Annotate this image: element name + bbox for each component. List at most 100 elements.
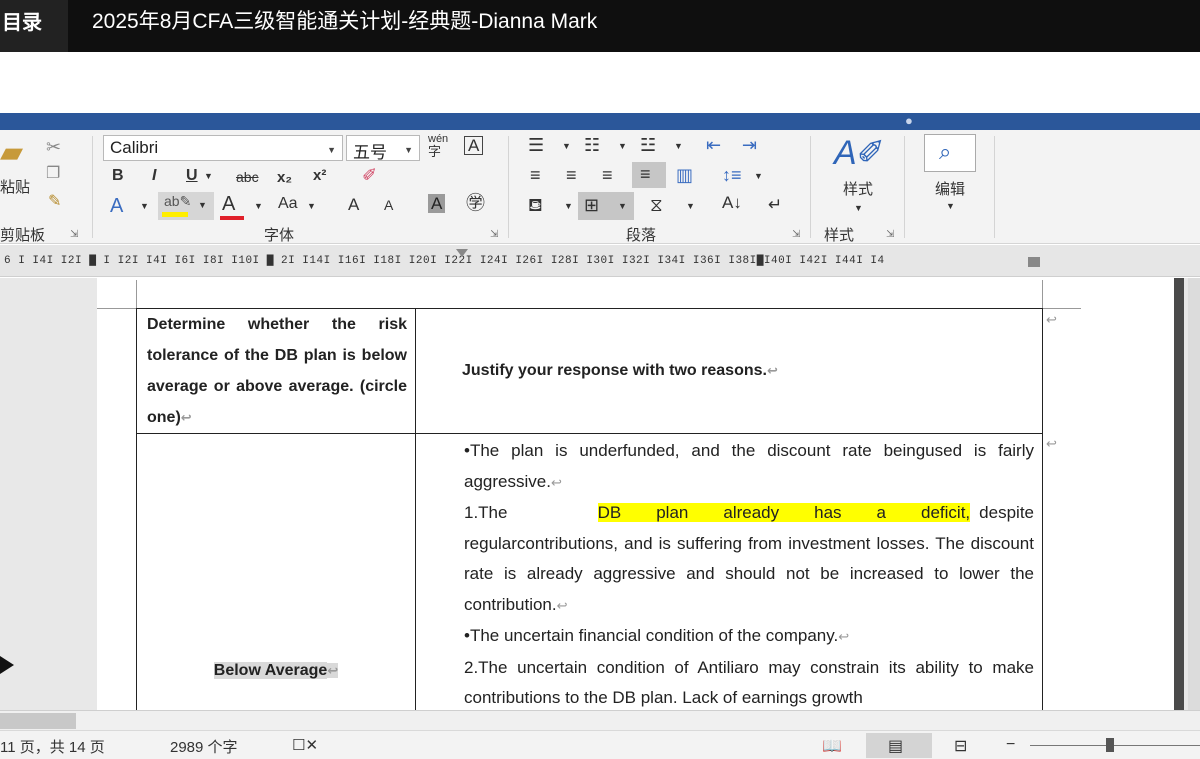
clipboard-launcher-icon[interactable]: ⇲ (70, 229, 78, 240)
reason-text: regularcontributions, and is suffering f… (464, 533, 1034, 614)
clear-formatting-icon[interactable]: ✐ (362, 166, 377, 184)
chevron-down-icon[interactable]: ▼ (204, 172, 213, 181)
row-end-mark: ↩ (1046, 312, 1057, 327)
video-title: 2025年8月CFA三级智能通关计划-经典题-Dianna Mark (92, 10, 598, 33)
zoom-slider-thumb[interactable] (1106, 738, 1114, 752)
find-icon[interactable]: ⌕ (924, 134, 976, 172)
group-divider (810, 136, 811, 238)
paste-label[interactable]: 粘贴 (0, 180, 30, 195)
horizontal-scrollbar[interactable] (0, 710, 1200, 730)
chevron-down-icon[interactable]: ▼ (562, 142, 571, 151)
chevron-down-icon: ▼ (327, 145, 336, 155)
chevron-down-icon[interactable]: ▼ (854, 204, 863, 213)
toc-button[interactable]: 目录 (0, 0, 68, 52)
font-size-combo[interactable]: 五号 ▼ (346, 135, 420, 162)
chevron-down-icon[interactable]: ▼ (686, 202, 695, 211)
reason-text: despite (979, 503, 1034, 522)
copy-icon[interactable]: ❐ (46, 166, 60, 182)
video-margin (0, 52, 1200, 118)
chevron-down-icon[interactable]: ▼ (307, 202, 316, 211)
justify-icon[interactable]: ≡ (632, 162, 666, 188)
table-header-right[interactable]: Justify your response with two reasons.↩ (415, 308, 1043, 434)
numbering-icon[interactable]: ☷ (584, 136, 600, 154)
zoom-out-icon[interactable]: − (1006, 736, 1015, 754)
font-name-value: Calibri (110, 138, 159, 157)
align-left-icon[interactable]: ≡ (530, 166, 541, 184)
superscript-button[interactable]: x² (313, 168, 326, 183)
highlight-color-button[interactable]: ab✎ ▼ (158, 192, 214, 220)
right-indent-marker[interactable] (1028, 257, 1040, 267)
borders-button[interactable]: ⊞ ▼ (578, 192, 634, 220)
group-divider (92, 136, 93, 238)
header-right-text: Justify your response with two reasons. (462, 362, 767, 379)
change-case-button[interactable]: Aa (278, 196, 298, 212)
paragraph-launcher-icon[interactable]: ⇲ (792, 229, 800, 240)
row-end-mark: ↩ (1046, 436, 1057, 451)
cut-icon[interactable]: ✂ (46, 138, 61, 156)
play-icon[interactable] (0, 656, 14, 674)
multilevel-list-icon[interactable]: ☳ (640, 136, 656, 154)
reason-prefix: 1.The (464, 503, 508, 522)
web-layout-icon[interactable]: ⊟ (954, 736, 967, 756)
font-name-combo[interactable]: Calibri ▼ (103, 135, 343, 161)
chevron-down-icon[interactable]: ▼ (674, 142, 683, 151)
paragraph-mark: ↩ (550, 474, 562, 490)
line-spacing-icon[interactable]: ↕≡ (722, 166, 742, 184)
increase-indent-icon[interactable]: ⇥ (742, 136, 757, 154)
bullets-icon[interactable]: ☰ (528, 136, 544, 154)
styles-icon[interactable]: A✐ (834, 136, 885, 170)
underline-button[interactable]: U (186, 168, 198, 184)
bold-button[interactable]: B (112, 168, 124, 184)
enclose-characters-icon[interactable]: ㊫ (466, 194, 485, 213)
table-row: Determine whether the risk tolerance of … (136, 308, 1043, 434)
character-border-icon[interactable]: A (464, 136, 484, 155)
align-right-icon[interactable]: ≡ (602, 166, 613, 184)
chevron-down-icon[interactable]: ▼ (946, 202, 955, 211)
sort-icon[interactable]: A↓ (722, 194, 742, 211)
editing-label[interactable]: 编辑 (926, 178, 974, 199)
chevron-down-icon[interactable]: ▼ (754, 172, 763, 181)
styles-launcher-icon[interactable]: ⇲ (886, 229, 894, 240)
paste-icon[interactable]: ▰ (0, 138, 23, 168)
horizontal-ruler[interactable]: 6 I I4I I2I ▇ I I2I I4I I6I I8I I10I ▇ 2… (0, 245, 1200, 277)
styles-label[interactable]: 样式 (836, 178, 880, 199)
borders-icon: ⊞ (584, 195, 600, 215)
pinyin-guide-button[interactable]: wén 字 (428, 134, 448, 159)
answer-left-cell[interactable]: Below Average↩ (136, 433, 416, 715)
vertical-scrollbar[interactable] (1188, 278, 1200, 710)
vertical-scrollbar-track[interactable] (1174, 278, 1184, 710)
subscript-button[interactable]: x₂ (277, 170, 292, 185)
chevron-down-icon[interactable]: ▼ (140, 202, 149, 211)
shading-icon[interactable]: ⛾ (528, 196, 543, 214)
show-marks-icon[interactable]: ↵ (768, 196, 782, 213)
title-bar-remnant-icon: ● (905, 113, 913, 128)
grow-font-button[interactable]: A (348, 196, 359, 213)
page-count[interactable]: 11 页，共 14 页 (0, 736, 105, 757)
italic-button[interactable]: I (152, 168, 156, 184)
proofing-icon[interactable]: ☐✕ (292, 736, 318, 754)
ribbon-home: ▰ 粘贴 ✂ ❐ ✎ 剪贴板 ⇲ Calibri ▼ 五号 ▼ wén 字 A (0, 130, 1200, 244)
character-shading-button[interactable]: A (428, 194, 446, 213)
distributed-icon[interactable]: ▥ (676, 166, 693, 184)
chinese-layout-icon[interactable]: ⧖ (650, 196, 663, 214)
align-center-icon[interactable]: ≡ (566, 166, 577, 184)
horizontal-scroll-thumb[interactable] (0, 713, 76, 729)
decrease-indent-icon[interactable]: ⇤ (706, 136, 721, 154)
reason-paragraph: 2.The uncertain condition of Antiliaro m… (464, 653, 1034, 714)
chevron-down-icon[interactable]: ▼ (564, 202, 573, 211)
format-painter-icon[interactable]: ✎ (48, 194, 61, 210)
shrink-font-button[interactable]: A (384, 198, 393, 212)
answer-right-cell[interactable]: •The plan is underfunded, and the discou… (415, 433, 1043, 715)
chevron-down-icon[interactable]: ▼ (618, 142, 627, 151)
read-mode-icon[interactable]: 📖 (822, 736, 842, 756)
text-effects-icon[interactable]: A (110, 196, 123, 216)
font-color-icon[interactable]: A (222, 194, 235, 214)
font-launcher-icon[interactable]: ⇲ (490, 229, 498, 240)
bullet-text: •The uncertain financial condition of th… (464, 626, 839, 645)
word-count[interactable]: 2989 个字 (170, 736, 238, 757)
chevron-down-icon[interactable]: ▼ (254, 202, 263, 211)
first-line-indent-marker[interactable] (456, 249, 468, 271)
zoom-slider[interactable] (1030, 745, 1200, 746)
strikethrough-button[interactable]: abc (236, 170, 259, 184)
table-header-left[interactable]: Determine whether the risk tolerance of … (136, 308, 416, 434)
